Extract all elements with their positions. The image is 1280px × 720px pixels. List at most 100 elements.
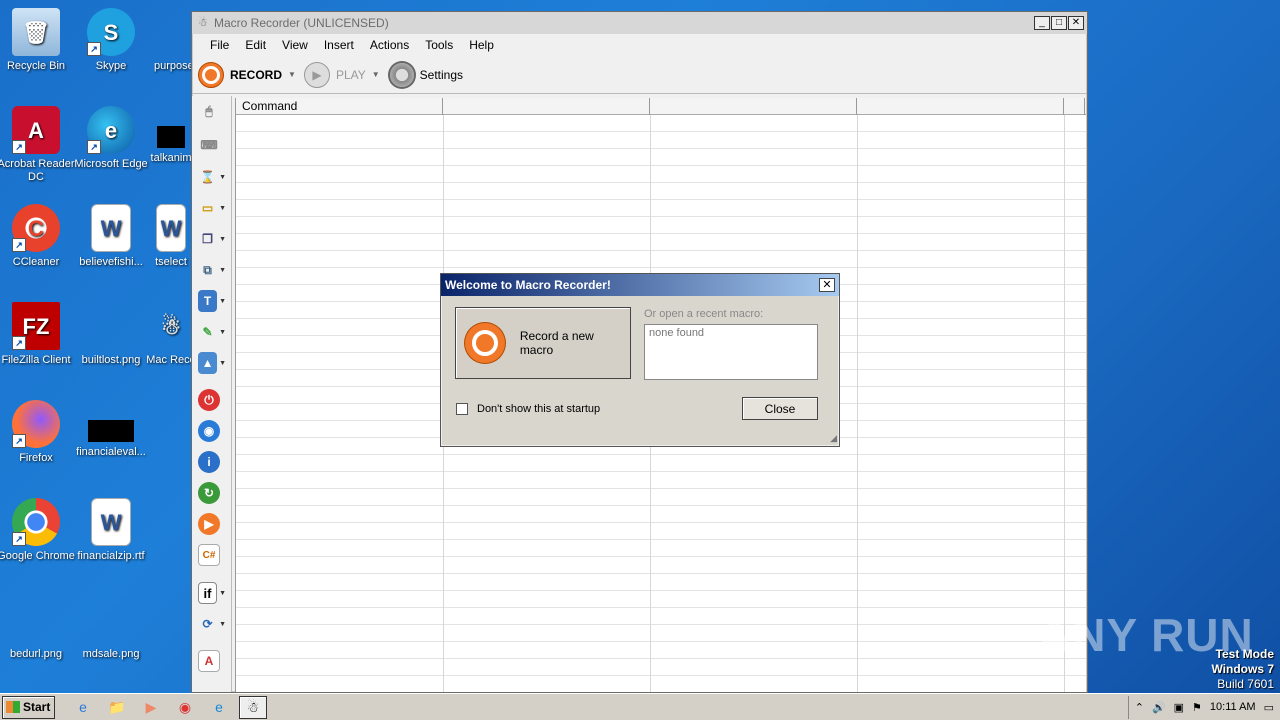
text-command-button[interactable]: T ▼: [198, 288, 226, 314]
macro-recorder-icon: ☃: [161, 313, 181, 339]
menu-file[interactable]: File: [202, 38, 237, 52]
word-doc-icon: W: [91, 204, 131, 252]
macro-recorder-app-icon: ☃: [198, 17, 208, 29]
window-title: Macro Recorder (UNLICENSED): [214, 16, 389, 30]
record-icon: [464, 322, 506, 364]
menu-insert[interactable]: Insert: [316, 38, 362, 52]
record-new-macro-button[interactable]: Record a new macro: [455, 307, 631, 379]
record-button[interactable]: RECORD ▼: [198, 61, 296, 88]
macro-recorder-taskbar-icon[interactable]: ☃: [239, 695, 267, 719]
desktop-icon-filezilla[interactable]: FZ ↗ FileZilla Client: [0, 302, 76, 367]
media-player-taskbar-icon[interactable]: ▶: [137, 696, 165, 719]
loop-command-button[interactable]: ⟳ ▼: [198, 611, 227, 637]
desktop-icon-tselect[interactable]: W tselect: [146, 204, 196, 269]
desktop-icon-builtlost[interactable]: builtlost.png: [71, 302, 151, 367]
filezilla-icon: FZ ↗: [12, 302, 60, 350]
column-header-2[interactable]: [443, 98, 650, 115]
desktop-icon-mdsale[interactable]: mdsale.png: [71, 596, 151, 661]
tray-expand-icon[interactable]: ⌃: [1135, 701, 1144, 714]
variable-command-button[interactable]: A: [198, 648, 226, 674]
close-window-button[interactable]: ✕: [1068, 16, 1084, 30]
desktop-icon-acrobat[interactable]: A ↗ Acrobat Reader DC: [0, 106, 76, 184]
file-icon: [157, 126, 185, 148]
menu-help[interactable]: Help: [461, 38, 502, 52]
clock[interactable]: 10:11 AM: [1210, 701, 1256, 713]
play-dropdown-icon[interactable]: ▼: [372, 70, 380, 79]
edge-taskbar-icon[interactable]: e: [205, 696, 233, 719]
dialog-close-icon[interactable]: ✕: [819, 278, 835, 292]
dialog-title: Welcome to Macro Recorder!: [445, 278, 611, 292]
windows-icon: ❐: [202, 232, 213, 246]
csharp-command-button[interactable]: C#: [198, 542, 226, 568]
play-macro-icon: ▶: [198, 513, 220, 535]
desktop-icon-bedurl[interactable]: bedurl.png: [0, 596, 76, 661]
desktop-icon-firefox[interactable]: ↗ Firefox: [0, 400, 76, 465]
desktop-icon-financialeval[interactable]: financialeval...: [71, 400, 151, 459]
file-icon: [88, 420, 134, 442]
column-divider: [1064, 115, 1065, 692]
desktop-icon-purpose[interactable]: purpose: [134, 8, 194, 73]
start-button[interactable]: Start: [2, 695, 55, 719]
column-header-command[interactable]: Command: [236, 98, 443, 115]
delay-command-button[interactable]: ⌛ ▼: [198, 164, 226, 190]
keyboard-icon: ⌨: [200, 138, 218, 152]
volume-icon[interactable]: 🔊: [1152, 701, 1166, 714]
desktop-icon-chrome[interactable]: ↗ Google Chrome: [0, 498, 76, 563]
mouse-command-button[interactable]: 🖱: [198, 98, 226, 124]
desktop-icon-ccleaner[interactable]: C ↗ CCleaner: [0, 204, 76, 269]
loop-icon: ⟳: [202, 617, 213, 631]
keyboard-command-button[interactable]: ⌨: [198, 132, 226, 158]
ie-taskbar-icon[interactable]: e: [69, 696, 97, 719]
word-doc-icon: W: [91, 498, 131, 546]
dialog-close-button[interactable]: Close: [742, 397, 818, 420]
column-header-4[interactable]: [857, 98, 1064, 115]
window-command-button[interactable]: ▭ ▼: [198, 195, 226, 221]
text-a-icon: A: [198, 650, 220, 672]
show-desktop-icon[interactable]: ▭: [1264, 701, 1274, 714]
menu-edit[interactable]: Edit: [237, 38, 274, 52]
chrome-taskbar-icon[interactable]: ◉: [171, 696, 199, 719]
info-command-button[interactable]: i: [198, 449, 226, 475]
record-icon: [198, 61, 224, 88]
explorer-taskbar-icon[interactable]: 📁: [103, 696, 131, 719]
resize-grip-icon[interactable]: ◢: [830, 433, 837, 444]
flag-icon[interactable]: ⚑: [1192, 701, 1202, 714]
dont-show-checkbox[interactable]: [456, 403, 468, 415]
copy-icon: ⧉: [203, 262, 212, 277]
dialog-titlebar[interactable]: Welcome to Macro Recorder! ✕: [441, 274, 839, 296]
pixel-command-button[interactable]: ✎ ▼: [198, 319, 227, 345]
stop-command-button[interactable]: ⏻: [198, 387, 226, 413]
web-command-button[interactable]: ◉: [198, 418, 226, 444]
firefox-icon: ↗: [12, 400, 60, 448]
maximize-button[interactable]: □: [1051, 16, 1067, 30]
clipboard-command-button[interactable]: ⧉ ▼: [198, 257, 226, 283]
dont-show-label: Don't show this at startup: [477, 403, 601, 415]
menu-actions[interactable]: Actions: [362, 38, 417, 52]
window-resize-button[interactable]: ❐ ▼: [198, 226, 226, 252]
desktop-icon-financialzip[interactable]: W financialzip.rtf: [71, 498, 151, 563]
menu-view[interactable]: View: [274, 38, 316, 52]
acrobat-icon: A ↗: [12, 106, 60, 154]
column-header-spare: [1064, 98, 1085, 115]
menu-tools[interactable]: Tools: [417, 38, 461, 52]
network-icon[interactable]: ▣: [1174, 701, 1184, 714]
record-dropdown-icon[interactable]: ▼: [288, 70, 296, 79]
run-macro-command-button[interactable]: ▶: [198, 511, 226, 537]
recent-macro-list[interactable]: none found: [644, 324, 818, 380]
window-titlebar[interactable]: ☃ Macro Recorder (UNLICENSED) _ □ ✕: [192, 12, 1087, 34]
if-icon: if: [198, 582, 218, 604]
desktop-icon-macro-recorder[interactable]: ☃ Mac Reco: [146, 302, 196, 367]
mouse-icon: 🖱: [205, 103, 213, 118]
desktop-icon-believefishi[interactable]: W believefishi...: [71, 204, 151, 269]
if-command-button[interactable]: if ▼: [198, 580, 226, 606]
image-command-button[interactable]: ▲ ▼: [198, 350, 226, 376]
desktop-icon-recycle-bin[interactable]: 🗑 Recycle Bin: [0, 8, 76, 73]
desktop-icon-edge[interactable]: e ↗ Microsoft Edge: [71, 106, 151, 171]
play-button[interactable]: ▶ PLAY ▼: [303, 61, 380, 88]
column-header-3[interactable]: [650, 98, 857, 115]
goto-command-button[interactable]: ↻: [198, 480, 226, 506]
desktop-icon-talkanim[interactable]: talkanim: [146, 106, 196, 165]
dont-show-row[interactable]: Don't show this at startup: [456, 403, 600, 415]
settings-button[interactable]: Settings: [387, 60, 463, 89]
minimize-button[interactable]: _: [1034, 16, 1050, 30]
